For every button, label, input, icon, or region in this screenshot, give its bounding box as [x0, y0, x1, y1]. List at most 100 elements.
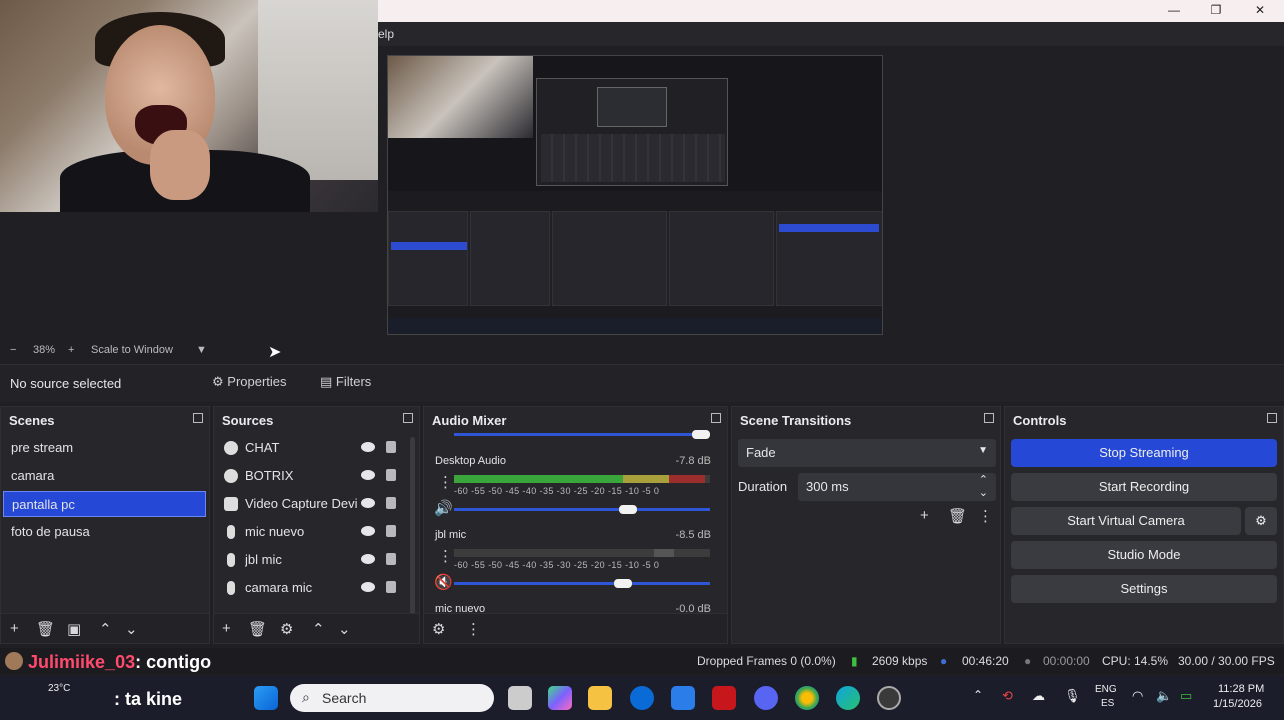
source-item-jbl-mic[interactable]: jbl mic: [214, 547, 414, 573]
store-icon[interactable]: [671, 686, 695, 710]
sources-scrollbar[interactable]: [410, 437, 415, 617]
eye-icon[interactable]: [361, 526, 375, 536]
dropped-frames: Dropped Frames 0 (0.0%): [697, 654, 836, 668]
sync-icon[interactable]: ⟲: [1002, 688, 1013, 704]
wifi-icon[interactable]: ◠: [1132, 688, 1143, 704]
edge-icon[interactable]: [836, 686, 860, 710]
scale-mode-select[interactable]: Scale to Window: [91, 344, 173, 356]
chevron-up-icon[interactable]: ⌃: [973, 688, 983, 702]
dock-undock-icon[interactable]: [193, 413, 203, 423]
search-input[interactable]: ⌕ Search: [290, 684, 494, 712]
start-virtual-camera-button[interactable]: Start Virtual Camera: [1011, 507, 1241, 535]
more-icon[interactable]: ⋮: [438, 473, 453, 491]
lock-icon[interactable]: [386, 581, 396, 593]
lock-icon[interactable]: [386, 469, 396, 481]
add-icon[interactable]: +: [10, 620, 19, 637]
chevron-down-icon[interactable]: ⌄: [338, 620, 351, 638]
add-icon[interactable]: +: [222, 620, 231, 637]
source-item-video-capture[interactable]: Video Capture Devi: [214, 491, 414, 517]
trash-icon[interactable]: 🗑: [36, 620, 55, 638]
properties-button[interactable]: ⚙ Properties: [212, 374, 287, 394]
jbl-mic-volume-slider[interactable]: [454, 582, 710, 585]
lock-icon[interactable]: [386, 497, 396, 509]
file-explorer-icon[interactable]: [588, 686, 612, 710]
more-icon[interactable]: ⋮: [438, 547, 453, 565]
more-icon[interactable]: ⋮: [978, 507, 993, 525]
language-top[interactable]: ENG: [1095, 684, 1117, 695]
scenes-footer: + 🗑 ▣ ⌃ ⌄: [1, 613, 209, 643]
desktop-audio-volume-knob[interactable]: [619, 505, 638, 514]
more-icon[interactable]: ⋮: [466, 620, 481, 638]
avatar: [5, 652, 23, 670]
gear-icon[interactable]: ⚙: [280, 620, 293, 638]
volume-icon[interactable]: 🔈: [1156, 688, 1172, 704]
dock-undock-icon[interactable]: [403, 413, 413, 423]
windows-start-icon[interactable]: [254, 686, 278, 710]
preview-canvas[interactable]: [387, 55, 883, 335]
lock-icon[interactable]: [386, 525, 396, 537]
close-button[interactable]: ✕: [1240, 0, 1280, 22]
task-view-icon[interactable]: [508, 686, 532, 710]
clock-time[interactable]: 11:28 PM: [1218, 683, 1264, 695]
volume-slider-top[interactable]: [454, 433, 710, 436]
bitrate: 2609 kbps: [872, 654, 928, 668]
clock-date[interactable]: 1/15/2026: [1213, 698, 1262, 710]
jbl-mic-volume-knob[interactable]: [613, 579, 632, 588]
stepper-icon[interactable]: ⌃ ⌄: [979, 473, 988, 499]
eye-icon[interactable]: [361, 498, 375, 508]
eye-icon[interactable]: [361, 554, 375, 564]
eye-icon[interactable]: [361, 442, 375, 452]
discord-icon[interactable]: [754, 686, 778, 710]
obs-icon[interactable]: [877, 686, 901, 710]
trash-icon[interactable]: 🗑: [248, 620, 267, 638]
stop-streaming-button[interactable]: Stop Streaming: [1011, 439, 1277, 467]
dock-undock-icon[interactable]: [1267, 413, 1277, 423]
language-bottom[interactable]: ES: [1101, 698, 1114, 709]
start-recording-button[interactable]: Start Recording: [1011, 473, 1277, 501]
gear-icon[interactable]: ⚙: [1245, 507, 1277, 535]
maximize-button[interactable]: ❐: [1196, 0, 1236, 22]
speaker-icon[interactable]: 🔊: [434, 499, 453, 517]
volume-knob-top[interactable]: [692, 430, 710, 439]
menu-help[interactable]: elp: [378, 27, 394, 41]
eye-icon[interactable]: [361, 470, 375, 480]
microphone-icon[interactable]: 🎙: [1064, 688, 1081, 704]
dock-undock-icon[interactable]: [711, 413, 721, 423]
source-item-chat[interactable]: CHAT: [214, 435, 414, 461]
speaker-muted-icon[interactable]: 🔇: [434, 573, 453, 591]
chevron-up-icon[interactable]: ⌃: [99, 620, 112, 638]
filter-icon[interactable]: ▣: [67, 620, 81, 638]
minimize-button[interactable]: —: [1154, 0, 1194, 22]
gear-icon[interactable]: ⚙: [432, 620, 445, 638]
duration-input[interactable]: 300 ms ⌃ ⌄: [798, 473, 996, 501]
trash-icon[interactable]: 🗑: [948, 507, 967, 525]
hp-icon[interactable]: [630, 686, 654, 710]
chevron-down-icon[interactable]: ▼: [196, 344, 207, 356]
source-item-mic-nuevo[interactable]: mic nuevo: [214, 519, 414, 545]
copilot-icon[interactable]: [548, 686, 572, 710]
studio-mode-button[interactable]: Studio Mode: [1011, 541, 1277, 569]
desktop-audio-volume-slider[interactable]: [454, 508, 710, 511]
scene-item-foto-de-pausa[interactable]: foto de pausa: [3, 519, 206, 545]
mcafee-icon[interactable]: [712, 686, 736, 710]
chrome-icon[interactable]: [795, 686, 819, 710]
filters-button[interactable]: ▤ Filters: [320, 374, 371, 394]
settings-button[interactable]: Settings: [1011, 575, 1277, 603]
scene-item-camara[interactable]: camara: [3, 463, 206, 489]
source-item-camara-mic[interactable]: camara mic: [214, 575, 414, 601]
zoom-in-button[interactable]: +: [68, 344, 74, 356]
source-item-botrix[interactable]: BOTRIX: [214, 463, 414, 489]
eye-icon[interactable]: [361, 582, 375, 592]
cloud-icon[interactable]: ☁: [1032, 688, 1045, 704]
lock-icon[interactable]: [386, 441, 396, 453]
scene-item-pre-stream[interactable]: pre stream: [3, 435, 206, 461]
scene-item-pantalla-pc[interactable]: pantalla pc: [3, 491, 206, 517]
add-icon[interactable]: +: [920, 507, 929, 524]
chevron-up-icon[interactable]: ⌃: [312, 620, 325, 638]
zoom-out-button[interactable]: −: [10, 344, 16, 356]
dock-undock-icon[interactable]: [984, 413, 994, 423]
battery-icon[interactable]: ▭: [1180, 688, 1192, 704]
lock-icon[interactable]: [386, 553, 396, 565]
transition-select[interactable]: Fade ▼: [738, 439, 996, 467]
chevron-down-icon[interactable]: ⌄: [125, 620, 138, 638]
